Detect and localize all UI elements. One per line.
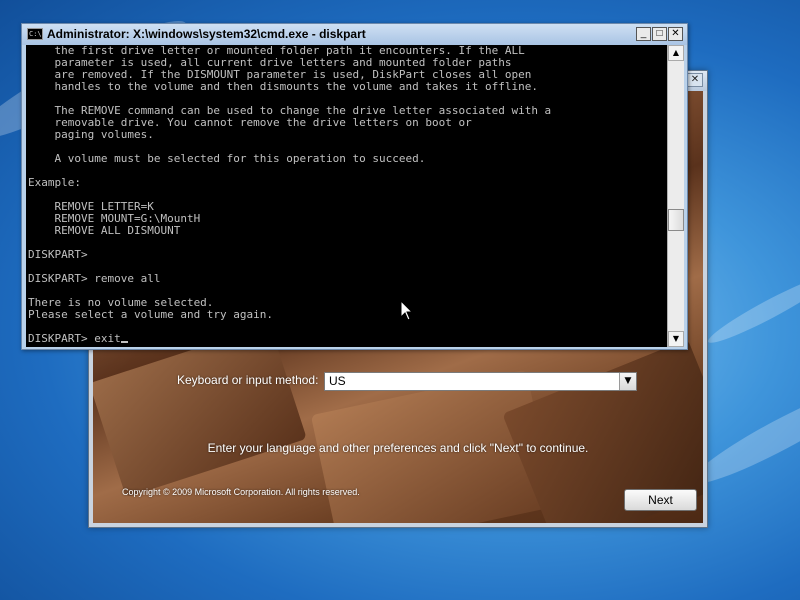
cmd-titlebar[interactable]: C:\ Administrator: X:\windows\system32\c…	[22, 24, 687, 45]
console-output[interactable]: the first drive letter or mounted folder…	[26, 45, 667, 347]
cmd-app-icon: C:\	[27, 28, 43, 40]
scroll-down-arrow-icon[interactable]: ▼	[668, 331, 684, 347]
close-button[interactable]: ✕	[668, 27, 683, 41]
wallpaper-streak	[703, 268, 800, 350]
cmd-window: C:\ Administrator: X:\windows\system32\c…	[21, 23, 688, 350]
console-lines: the first drive letter or mounted folder…	[28, 45, 552, 345]
keyboard-input-method-label: Keyboard or input method:	[177, 373, 319, 387]
mouse-pointer-icon	[400, 300, 414, 321]
text-cursor	[120, 341, 128, 343]
minimize-button[interactable]: _	[636, 27, 651, 41]
vertical-scrollbar[interactable]: ▲ ▼	[667, 45, 684, 347]
maximize-button[interactable]: □	[652, 27, 667, 41]
cmd-window-title: Administrator: X:\windows\system32\cmd.e…	[47, 27, 366, 41]
copyright-text: Copyright © 2009 Microsoft Corporation. …	[122, 487, 360, 497]
keyboard-input-method-value: US	[329, 374, 346, 388]
setup-instructions: Enter your language and other preference…	[207, 441, 589, 455]
next-button[interactable]: Next	[624, 489, 697, 511]
keyboard-input-method-select[interactable]: US ▼	[324, 372, 637, 391]
scroll-up-arrow-icon[interactable]: ▲	[668, 45, 684, 61]
console-text: the first drive letter or mounted folder…	[26, 45, 667, 345]
scrollbar-thumb[interactable]	[668, 209, 684, 231]
setup-close-button[interactable]: ✕	[687, 73, 703, 87]
chevron-down-icon[interactable]: ▼	[619, 373, 636, 390]
chocolate-background-piece	[93, 324, 307, 498]
